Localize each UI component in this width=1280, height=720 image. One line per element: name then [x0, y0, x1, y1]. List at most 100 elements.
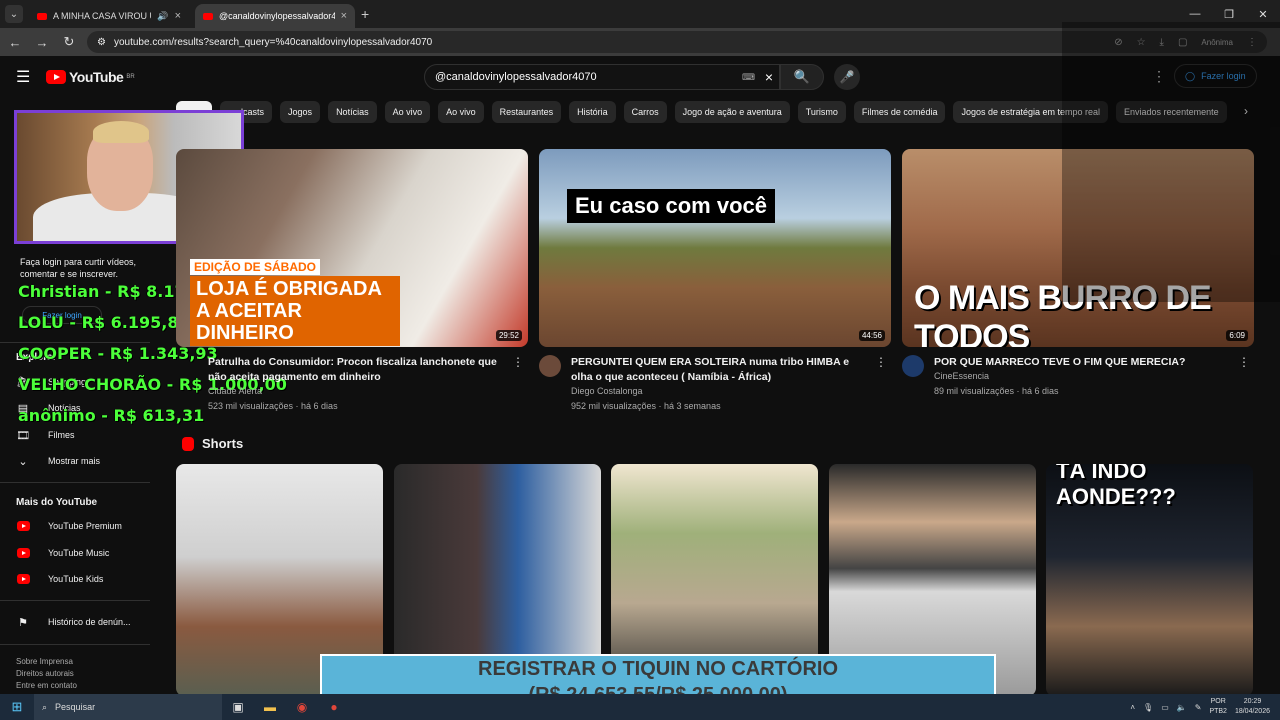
task-view-icon[interactable]: ▣	[222, 700, 254, 714]
youtube-kids-icon	[16, 574, 30, 584]
forward-icon[interactable]: →	[30, 35, 54, 50]
channel-avatar[interactable]	[539, 355, 561, 377]
video-title[interactable]: Patrulha do Consumidor: Procon fiscaliza…	[208, 355, 508, 385]
video-menu-icon[interactable]: ⋮	[875, 355, 887, 369]
short-card[interactable]: TÁ INDO AONDE???	[1046, 464, 1253, 696]
voice-search-button[interactable]: 🎤	[834, 64, 860, 90]
tab-list-button[interactable]: ⌄	[5, 5, 23, 23]
video-menu-icon[interactable]: ⋮	[512, 355, 524, 369]
tab-title: A MINHA CASA VIROU UM	[53, 11, 151, 21]
chip[interactable]: Turismo	[797, 101, 846, 123]
language-indicator[interactable]: POR PTB2	[1209, 697, 1227, 717]
chip[interactable]: Restaurantes	[491, 101, 562, 123]
video-menu-icon[interactable]: ⋮	[1238, 355, 1250, 369]
tray-arrow-icon[interactable]: ˄	[1130, 703, 1135, 712]
youtube-play-icon	[46, 70, 66, 84]
sidebar-footer: Sobre Imprensa Direitos autorais Entre e…	[16, 656, 77, 692]
divider	[0, 482, 150, 483]
clock-date: 18/04/2026	[1234, 708, 1270, 715]
chrome-icon[interactable]: ◉	[286, 700, 318, 714]
video-thumbnail[interactable]: EDIÇÃO DE SÁBADO LOJA É OBRIGADA A ACEIT…	[176, 149, 528, 347]
sidebar-item-label: YouTube Premium	[48, 521, 122, 531]
microphone-icon: 🎤	[839, 70, 855, 84]
pen-icon[interactable]: ✎	[1195, 703, 1202, 712]
video-card[interactable]: Eu caso com você 44:56 PERGUNTEI QUEM ER…	[539, 149, 891, 411]
sidebar-item-kids[interactable]: YouTube Kids	[16, 573, 103, 585]
streamer-hair	[93, 121, 149, 143]
taskbar-search-placeholder: Pesquisar	[55, 702, 96, 712]
footer-link[interactable]: Entre em contato	[16, 680, 77, 692]
more-youtube-title: Mais do YouTube	[16, 497, 98, 508]
video-card[interactable]: EDIÇÃO DE SÁBADO LOJA É OBRIGADA A ACEIT…	[176, 149, 528, 411]
keyboard-icon[interactable]: ⌨	[742, 72, 755, 83]
lang-code: POR	[1210, 698, 1226, 705]
search-button[interactable]: 🔍	[780, 64, 824, 90]
search-input[interactable]: @canaldovinylopessalvador4070 ⌨ ×	[424, 64, 780, 90]
chip[interactable]: Notícias	[328, 101, 377, 123]
reload-icon[interactable]: ↻	[57, 34, 81, 50]
search-icon: 🔍	[793, 69, 811, 84]
sidebar-item-show-more[interactable]: ⌄ Mostrar mais	[16, 455, 100, 468]
youtube-favicon-icon	[203, 12, 213, 20]
sidebar-item-label: YouTube Kids	[48, 574, 104, 584]
mic-tray-icon[interactable]: 🎙	[1143, 703, 1153, 712]
chip[interactable]: Jogos	[280, 101, 321, 123]
video-title[interactable]: POR QUE MARRECO TEVE O FIM QUE MERECIA?	[934, 355, 1234, 370]
youtube-premium-icon	[16, 521, 30, 531]
clear-search-icon[interactable]: ×	[765, 69, 773, 85]
sidebar-item-label: YouTube Music	[48, 548, 110, 558]
shorts-label: Shorts	[202, 436, 244, 451]
new-tab-icon[interactable]: +	[361, 6, 369, 22]
chip[interactable]: Filmes de comédia	[853, 101, 946, 123]
shorts-icon	[182, 436, 194, 451]
sidebar-item-label: Filmes	[48, 430, 75, 440]
thumbnail-caption: Eu caso com você	[567, 189, 775, 223]
speaker-icon[interactable]: 🔊	[157, 11, 168, 22]
region-code: BR	[126, 74, 135, 80]
channel-avatar[interactable]	[902, 355, 924, 377]
file-explorer-icon[interactable]: ▬	[254, 700, 286, 714]
network-icon[interactable]: ▭	[1161, 703, 1169, 712]
windows-taskbar: ⊞ ⌕ Pesquisar ▣ ▬ ◉ ● ˄ 🎙 ▭ 🔈 ✎ POR PTB2…	[0, 694, 1280, 720]
chevron-down-icon: ⌄	[18, 455, 28, 468]
goal-title: REGISTRAR O TIQUIN NO CARTÓRIO	[478, 658, 838, 680]
tab-title: @canaldovinylopessalvador4070	[219, 11, 335, 21]
youtube-favicon-icon	[37, 12, 47, 20]
channel-name[interactable]: CineEssencia	[934, 371, 989, 381]
windows-start-icon[interactable]: ⊞	[0, 699, 34, 715]
sidebar-item-music[interactable]: YouTube Music	[16, 547, 109, 559]
footer-link[interactable]: Sobre Imprensa	[16, 656, 77, 668]
chip[interactable]: Ao vivo	[438, 101, 484, 123]
video-duration: 29:52	[495, 330, 522, 341]
youtube-logo[interactable]: YouTube BR	[46, 69, 135, 85]
chip[interactable]: História	[569, 101, 616, 123]
search-value: @canaldovinylopessalvador4070	[435, 71, 597, 83]
chip[interactable]: Jogo de ação e aventura	[674, 101, 790, 123]
short-caption: TÁ INDO AONDE???	[1056, 464, 1176, 509]
video-thumbnail[interactable]: Eu caso com você 44:56	[539, 149, 891, 347]
site-info-icon[interactable]: ⚙	[97, 37, 106, 48]
system-tray: ˄ 🎙 ▭ 🔈 ✎ POR PTB2 20:29 18/04/2026	[1130, 697, 1270, 717]
channel-name[interactable]: Cidade Alerta	[208, 386, 262, 396]
close-tab-icon[interactable]: ×	[175, 10, 181, 22]
volume-icon[interactable]: 🔈	[1177, 703, 1187, 712]
video-duration: 44:56	[858, 330, 885, 341]
search-icon: ⌕	[42, 701, 48, 712]
footer-link[interactable]: Direitos autorais	[16, 668, 77, 680]
hamburger-menu-icon[interactable]: ☰	[16, 67, 32, 87]
back-icon[interactable]: ←	[3, 35, 27, 50]
channel-name[interactable]: Diego Costalonga	[571, 386, 643, 396]
sidebar-item-premium[interactable]: YouTube Premium	[16, 520, 122, 532]
chip[interactable]: Ao vivo	[384, 101, 431, 123]
browser-tab-active[interactable]: @canaldovinylopessalvador4070 ×	[195, 4, 355, 28]
sidebar-item-report-history[interactable]: ⚑ Histórico de denún...	[16, 616, 130, 629]
clock[interactable]: 20:29 18/04/2026	[1235, 697, 1270, 717]
flag-icon: ⚑	[18, 616, 28, 629]
app-icon[interactable]: ●	[318, 700, 350, 714]
chip[interactable]: Carros	[623, 101, 667, 123]
browser-tab[interactable]: A MINHA CASA VIROU UM 🔊 ×	[29, 4, 189, 28]
taskbar-search[interactable]: ⌕ Pesquisar	[34, 694, 222, 720]
video-stats: 523 mil visualizações · há 6 dias	[208, 401, 338, 411]
video-title[interactable]: PERGUNTEI QUEM ERA SOLTEIRA numa tribo H…	[571, 355, 871, 385]
close-tab-icon[interactable]: ×	[341, 10, 347, 22]
